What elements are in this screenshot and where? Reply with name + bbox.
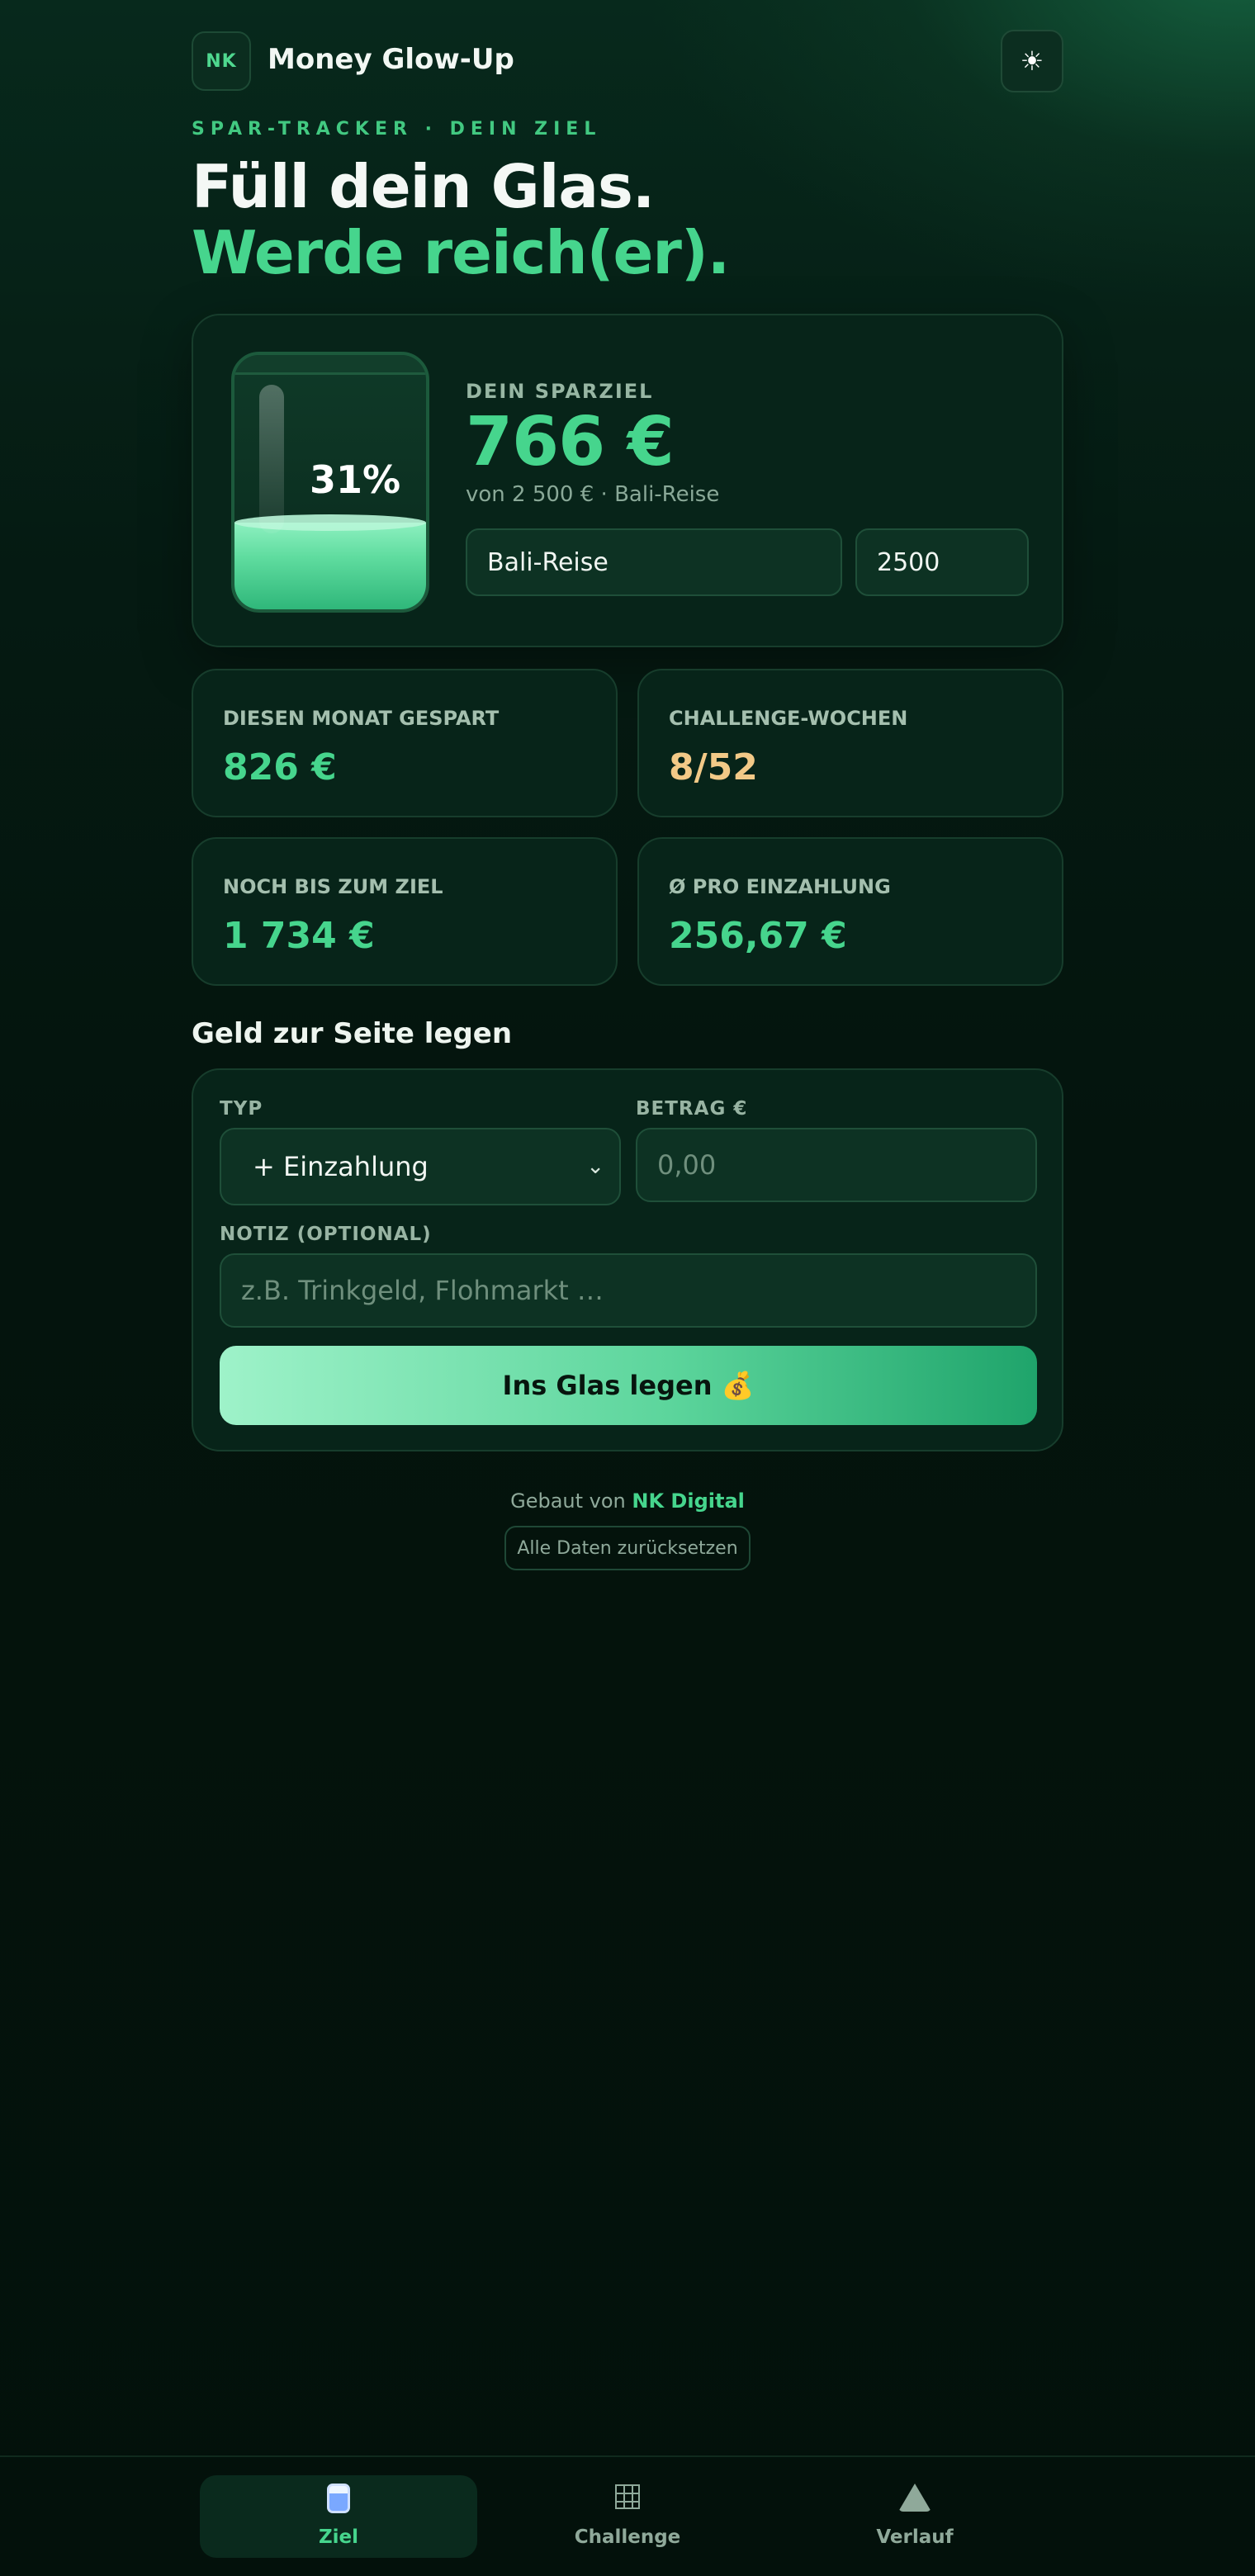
stat-value: 826 € xyxy=(223,746,337,788)
savings-jar: 31% xyxy=(231,352,429,613)
goal-card: 31% DEIN SPARZIEL 766 € von 2 500 € · Ba… xyxy=(192,314,1063,647)
bottom-nav: Ziel Challenge Verlauf xyxy=(0,2455,1255,2576)
amount-input[interactable] xyxy=(636,1128,1037,1202)
hero-headline: Füll dein Glas. xyxy=(192,152,655,221)
hero-subheadline: Werde reich(er). xyxy=(192,218,730,287)
stat-card-avg-deposit: Ø PRO EINZAHLUNG 256,67 € xyxy=(637,837,1063,986)
stat-card-challenge-weeks: CHALLENGE-WOCHEN 8/52 xyxy=(637,669,1063,817)
type-label: TYP xyxy=(220,1098,263,1120)
goal-amount: 766 € xyxy=(466,403,675,481)
nav-label: Ziel xyxy=(318,2526,359,2548)
app-title: Money Glow-Up xyxy=(268,43,514,76)
theme-toggle-button[interactable]: ☀ xyxy=(1001,30,1063,92)
stat-card-remaining: NOCH BIS ZUM ZIEL 1 734 € xyxy=(192,837,618,986)
jar-fill-level xyxy=(234,514,426,609)
deposit-form: TYP BETRAG € + Einzahlung ⌄ NOTIZ (OPTIO… xyxy=(192,1068,1063,1451)
stat-label: NOCH BIS ZUM ZIEL xyxy=(223,875,443,898)
credit-brand-link[interactable]: NK Digital xyxy=(632,1489,745,1513)
jar-icon xyxy=(200,2484,477,2521)
credit-prefix: Gebaut von xyxy=(510,1489,626,1513)
goal-label: DEIN SPARZIEL xyxy=(466,380,654,403)
logo-badge: NK xyxy=(192,31,251,91)
grid-icon xyxy=(489,2484,766,2517)
reset-data-button[interactable]: Alle Daten zurücksetzen xyxy=(504,1526,751,1570)
type-select[interactable]: + Einzahlung ⌄ xyxy=(220,1128,621,1205)
stat-label: Ø PRO EINZAHLUNG xyxy=(669,875,891,898)
deposit-section-title: Geld zur Seite legen xyxy=(192,1017,513,1050)
mountain-icon xyxy=(776,2484,1054,2519)
footer-credit: Gebaut von NK Digital xyxy=(192,1489,1063,1513)
chevron-down-icon: ⌄ xyxy=(586,1154,604,1179)
nav-item-ziel[interactable]: Ziel xyxy=(200,2475,477,2558)
nav-label: Verlauf xyxy=(876,2526,954,2548)
jar-lid xyxy=(234,355,426,375)
note-label: NOTIZ (OPTIONAL) xyxy=(220,1224,432,1245)
stat-label: DIESEN MONAT GESPART xyxy=(223,707,500,730)
type-select-value: + Einzahlung xyxy=(253,1151,429,1182)
goal-subtitle: von 2 500 € · Bali-Reise xyxy=(466,482,720,507)
nav-item-verlauf[interactable]: Verlauf xyxy=(776,2475,1054,2558)
nav-item-challenge[interactable]: Challenge xyxy=(489,2475,766,2558)
stat-value: 1 734 € xyxy=(223,915,375,957)
stat-card-month-saved: DIESEN MONAT GESPART 826 € xyxy=(192,669,618,817)
submit-deposit-button[interactable]: Ins Glas legen 💰 xyxy=(220,1346,1037,1425)
stat-value: 256,67 € xyxy=(669,915,847,957)
note-input[interactable] xyxy=(220,1253,1037,1328)
jar-percent: 31% xyxy=(309,457,401,502)
goal-name-input[interactable] xyxy=(466,528,842,596)
nav-label: Challenge xyxy=(574,2526,681,2548)
app-header: NK Money Glow-Up ☀ xyxy=(192,30,1063,92)
goal-target-input[interactable] xyxy=(855,528,1029,596)
sun-icon: ☀ xyxy=(1020,45,1044,77)
stat-value: 8/52 xyxy=(669,746,758,788)
stat-label: CHALLENGE-WOCHEN xyxy=(669,707,908,730)
hero-eyebrow: SPAR-TRACKER · DEIN ZIEL xyxy=(192,119,602,140)
amount-label: BETRAG € xyxy=(636,1098,748,1120)
